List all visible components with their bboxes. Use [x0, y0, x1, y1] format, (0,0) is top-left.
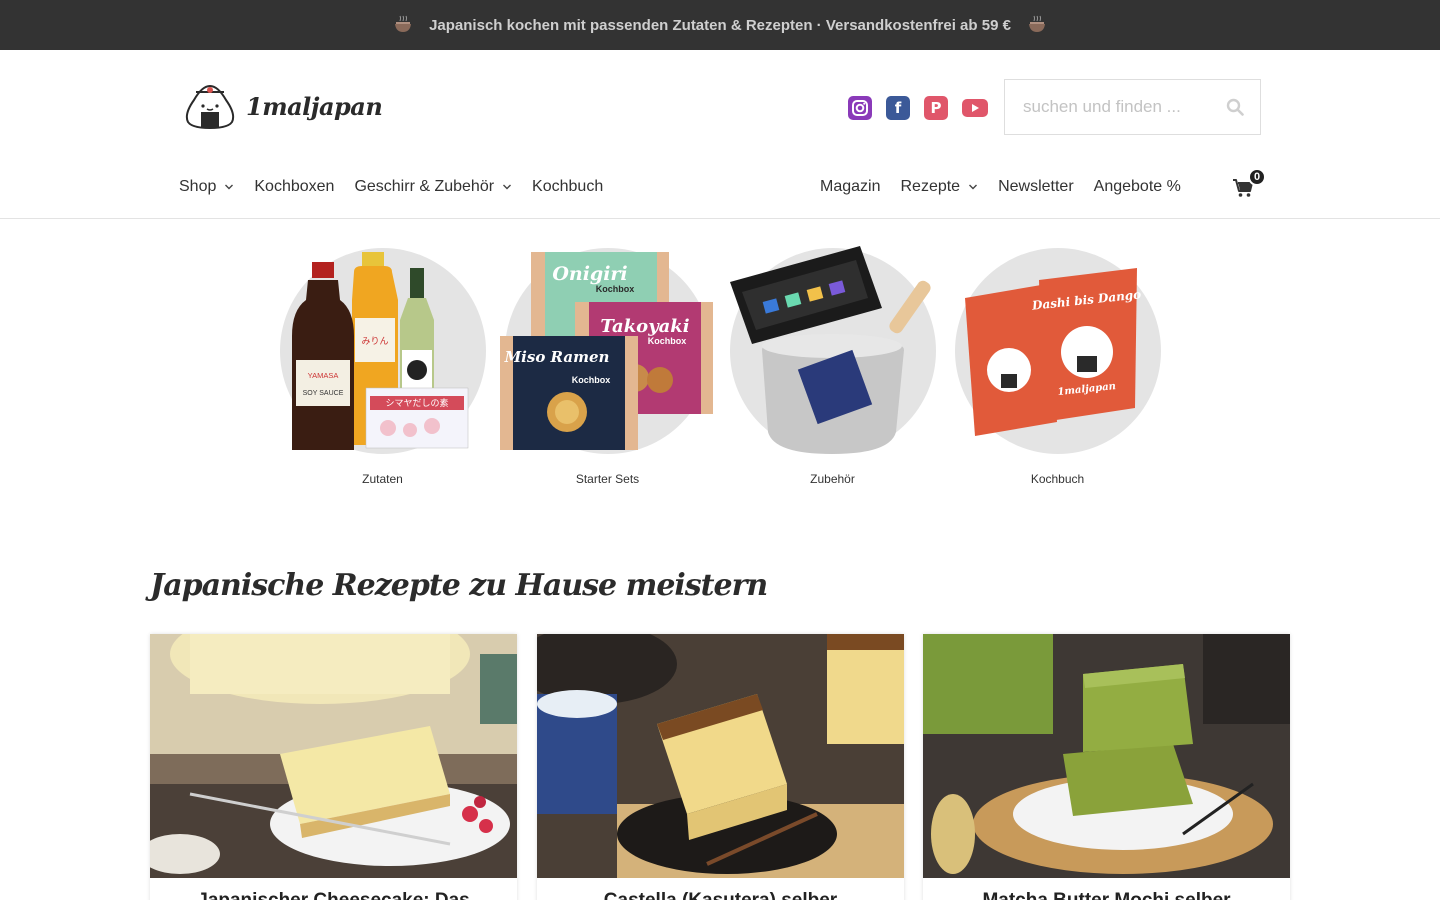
nav-geschirr-label: Geschirr & Zubehör	[354, 178, 495, 195]
category-label: Zutaten	[362, 472, 403, 486]
nav-kochboxen-label: Kochboxen	[254, 178, 335, 195]
recipe-image	[150, 634, 517, 878]
svg-text:シマヤだしの素: シマヤだしの素	[385, 397, 448, 409]
category-zubehoer[interactable]: Zubehör	[720, 240, 945, 490]
nav-magazin[interactable]: Magazin	[820, 178, 880, 196]
ramen-bowl-icon	[1028, 15, 1045, 32]
category-label: Kochbuch	[1030, 472, 1085, 486]
recipe-image	[537, 634, 904, 878]
site-logo[interactable]: 1maljapan	[182, 80, 383, 132]
cookbook-image: Dashi bis Dango 1maljapan	[965, 268, 1142, 436]
accessories-image	[730, 246, 931, 454]
svg-text:Takoyaki: Takoyaki	[600, 316, 689, 337]
svg-text:Miso Ramen: Miso Ramen	[504, 348, 610, 366]
chevron-down-icon	[503, 184, 512, 190]
svg-text:Kochbox: Kochbox	[648, 336, 687, 346]
ingredients-image: みりん YAMASA SOY SAUCE シマヤだしの素	[292, 252, 469, 450]
instagram-icon[interactable]	[848, 96, 872, 120]
svg-text:Kochbox: Kochbox	[596, 284, 635, 294]
youtube-icon[interactable]	[962, 99, 988, 117]
chevron-down-icon	[969, 184, 978, 190]
logo-text: 1maljapan	[246, 91, 383, 121]
recipe-image	[923, 634, 1290, 878]
cart-count-badge: 0	[1248, 168, 1266, 186]
nav-geschirr[interactable]: Geschirr & Zubehör	[354, 178, 512, 196]
svg-text:SOY SAUCE: SOY SAUCE	[303, 390, 344, 397]
chevron-down-icon	[225, 184, 234, 190]
starter-sets-image: Onigiri Kochbox Takoyaki Kochbox Miso Ra…	[500, 252, 713, 450]
search-box	[1004, 79, 1261, 135]
promo-text: Japanisch kochen mit passenden Zutaten &…	[429, 16, 1011, 34]
svg-text:Onigiri: Onigiri	[552, 263, 627, 285]
category-zutaten[interactable]: みりん YAMASA SOY SAUCE シマヤだしの素 Zutaten	[270, 240, 495, 490]
nav-kochbuch[interactable]: Kochbuch	[532, 178, 603, 196]
category-tiles: みりん YAMASA SOY SAUCE シマヤだしの素 Zutaten Oni…	[270, 240, 1170, 500]
pinterest-icon[interactable]: P	[924, 96, 948, 120]
main-nav-right: Magazin Rezepte Newsletter Angebote %	[820, 178, 1181, 196]
nav-angebote-label: Angebote %	[1093, 178, 1181, 195]
nav-rezepte-label: Rezepte	[900, 178, 961, 195]
nav-newsletter[interactable]: Newsletter	[998, 178, 1074, 196]
nav-rezepte[interactable]: Rezepte	[900, 178, 978, 196]
nav-kochbuch-label: Kochbuch	[532, 178, 604, 195]
recipe-card[interactable]: Japanischer Cheesecake: Das	[150, 634, 517, 900]
facebook-icon[interactable]: f	[886, 96, 910, 120]
recipe-title[interactable]: Japanischer Cheesecake: Das	[150, 878, 517, 900]
nav-magazin-label: Magazin	[820, 178, 881, 195]
recipe-card[interactable]: Castella (Kasutera) selber	[537, 634, 904, 900]
site-header: 1maljapan f P Shop Kochboxen Geschirr & …	[0, 50, 1440, 219]
nav-shop[interactable]: Shop	[179, 178, 234, 196]
nav-shop-label: Shop	[179, 178, 217, 195]
svg-text:Kochbox: Kochbox	[572, 375, 611, 385]
recipe-title[interactable]: Matcha Butter Mochi selber	[923, 878, 1290, 900]
recipe-card[interactable]: Matcha Butter Mochi selber	[923, 634, 1290, 900]
promo-bar: Japanisch kochen mit passenden Zutaten &…	[0, 0, 1440, 50]
ramen-bowl-icon	[395, 15, 412, 32]
search-icon[interactable]	[1226, 98, 1244, 116]
onigiri-logo-icon	[185, 84, 235, 130]
nav-kochboxen[interactable]: Kochboxen	[254, 178, 334, 196]
nav-newsletter-label: Newsletter	[998, 178, 1074, 195]
category-label: Starter Sets	[575, 472, 640, 486]
category-starter-sets[interactable]: Onigiri Kochbox Takoyaki Kochbox Miso Ra…	[495, 240, 720, 490]
recipes-section-title: Japanische Rezepte zu Hause meistern	[150, 568, 768, 603]
main-nav-left: Shop Kochboxen Geschirr & Zubehör Kochbu…	[179, 178, 603, 196]
cart-button[interactable]: 0	[1232, 168, 1266, 202]
svg-text:みりん: みりん	[361, 336, 388, 347]
search-input[interactable]	[1023, 97, 1223, 117]
social-links: f P	[848, 96, 988, 120]
category-label: Zubehör	[810, 472, 855, 486]
nav-angebote[interactable]: Angebote %	[1094, 178, 1181, 196]
svg-text:YAMASA: YAMASA	[308, 371, 339, 380]
category-kochbuch[interactable]: Dashi bis Dango 1maljapan Kochbuch	[945, 240, 1170, 490]
recipe-title[interactable]: Castella (Kasutera) selber	[537, 878, 904, 900]
